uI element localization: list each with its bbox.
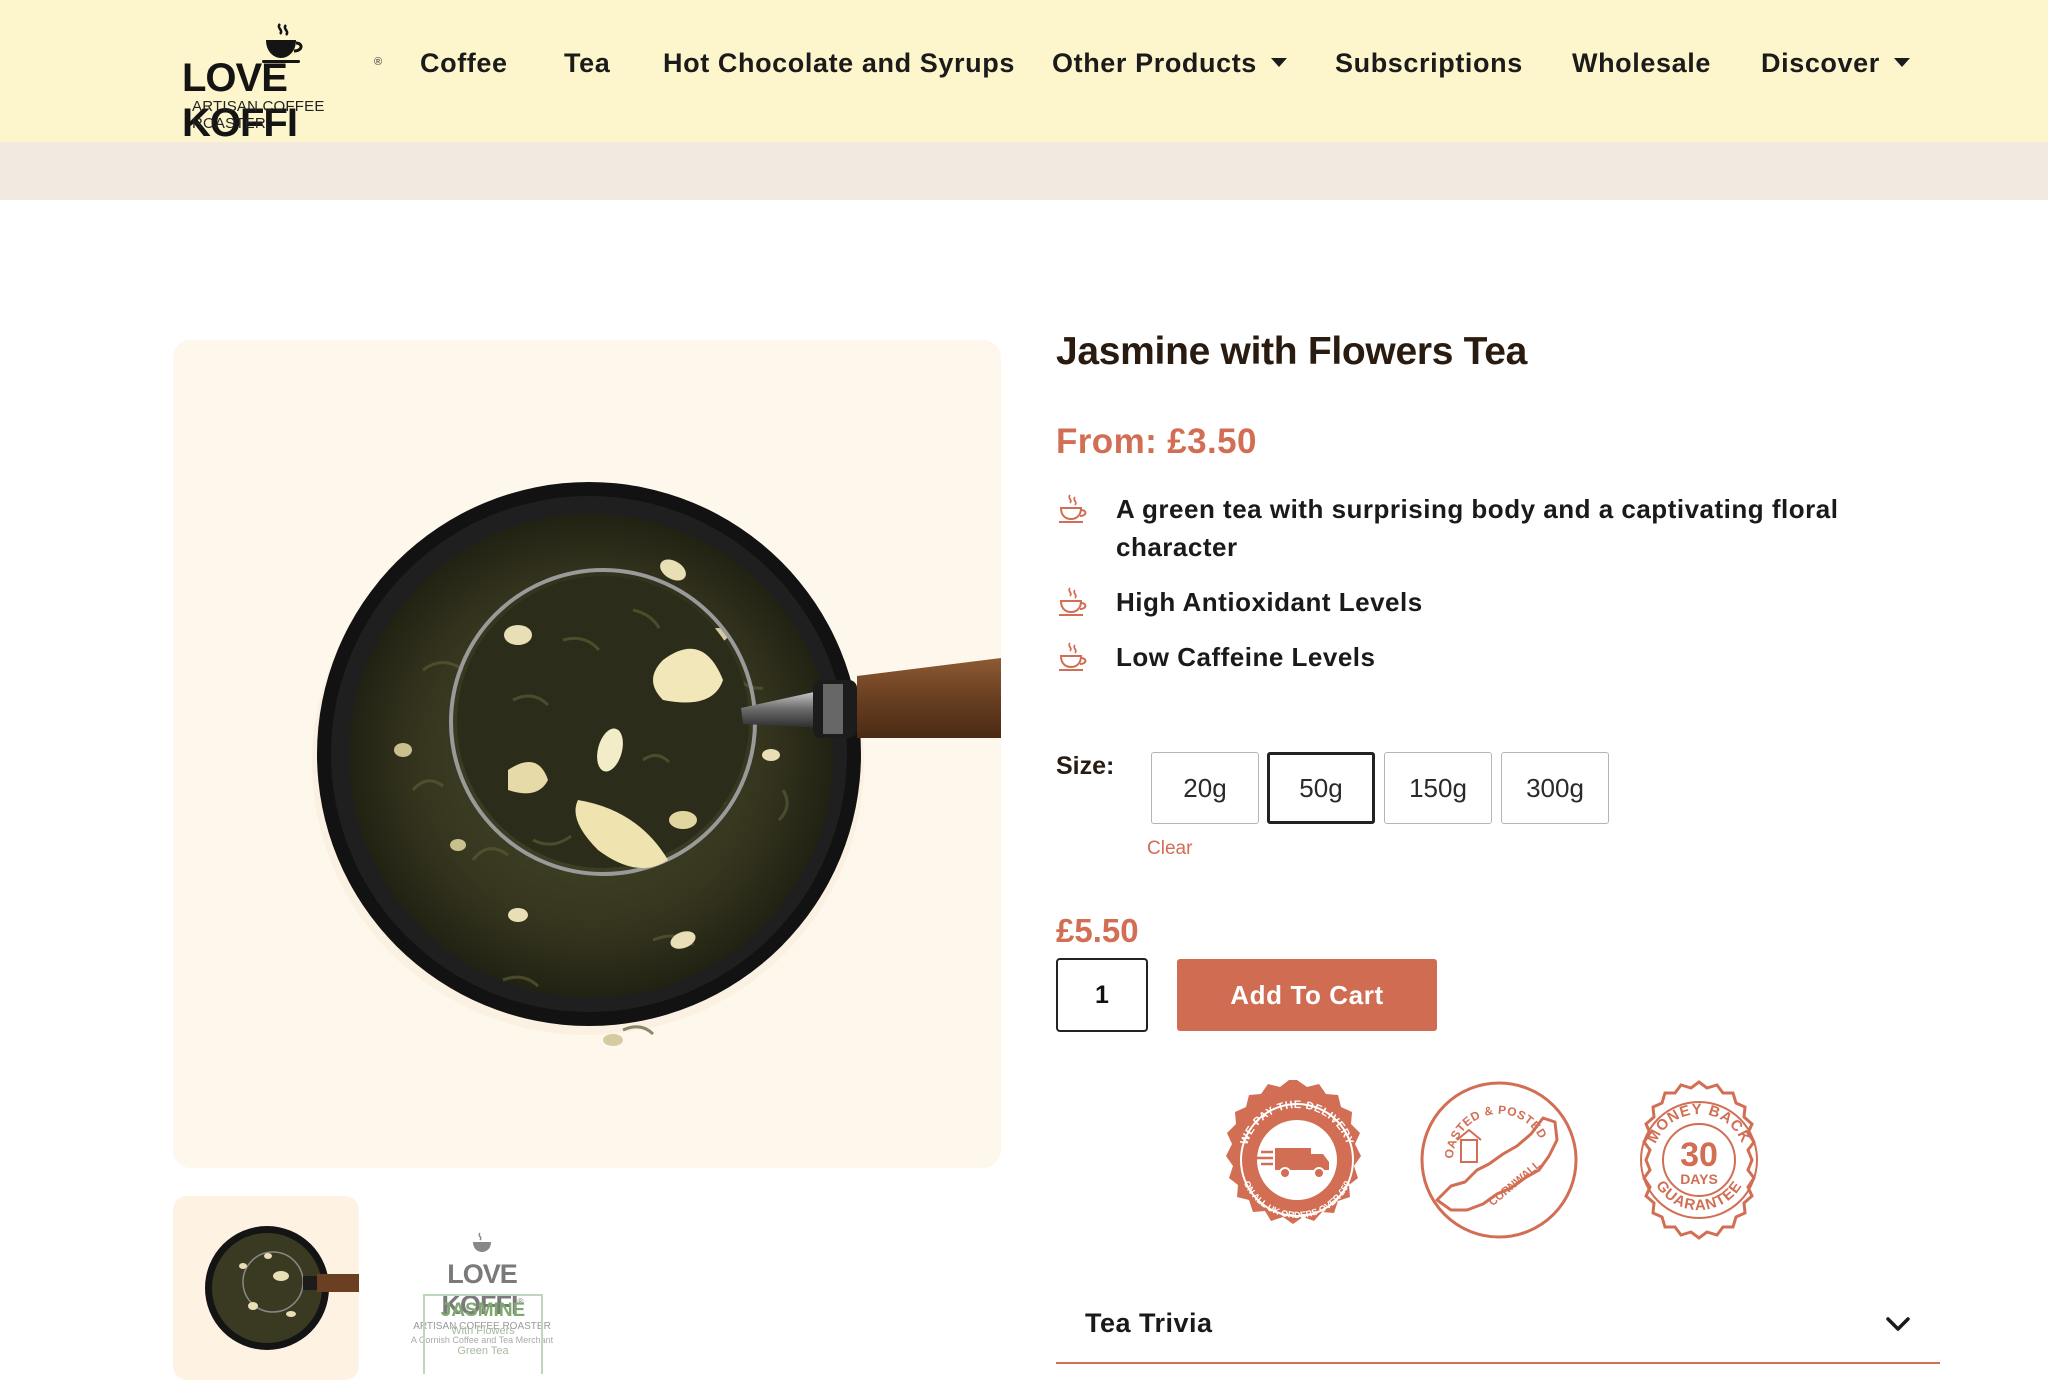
size-option-20g[interactable]: 20g (1151, 752, 1259, 824)
nav-item-subscriptions[interactable]: Subscriptions (1335, 48, 1523, 79)
money-back-days-unit: DAYS (1680, 1171, 1718, 1187)
accordion-label: Tea Trivia (1085, 1308, 1213, 1338)
money-back-badge: MONEY BACK GUARANTEE 30 DAYS (1640, 1080, 1758, 1240)
nav-item-wholesale[interactable]: Wholesale (1572, 48, 1711, 79)
thumbnail-tea-package[interactable]: LOVE KOFFI® ARTISAN COFFEE ROASTER A Cor… (385, 1196, 571, 1380)
nav-item-hot-chocolate-and-syrups[interactable]: Hot Chocolate and Syrups (663, 48, 1015, 79)
teacup-icon (1059, 587, 1087, 616)
nav-item-label: Subscriptions (1335, 48, 1523, 78)
tea-trivia-accordion[interactable]: Tea Trivia (1056, 1300, 1940, 1364)
nav-item-label: Tea (564, 48, 611, 78)
nav-item-other-products[interactable]: Other Products (1052, 48, 1287, 79)
size-label: Size: (1056, 752, 1115, 780)
logo-registered-mark: ® (374, 56, 383, 68)
product-main-image[interactable] (173, 340, 1001, 1168)
cornwall-badge: ROASTED & POSTED CORNWALL (1417, 1078, 1578, 1239)
size-option-50g[interactable]: 50g (1267, 752, 1375, 824)
breadcrumb-bar (0, 142, 2048, 200)
size-option-150g[interactable]: 150g (1384, 752, 1492, 824)
feature-text: A green tea with surprising body and a c… (1116, 494, 1839, 562)
site-logo[interactable]: LOVE KOFFI ® ARTISAN COFFEE ROASTER (180, 22, 390, 145)
coffee-cup-logo-icon (473, 1232, 491, 1252)
money-back-days-number: 30 (1680, 1136, 1718, 1174)
tea-bowl-image (312, 482, 1001, 1046)
nav-item-discover[interactable]: Discover (1761, 48, 1910, 79)
package-name: JASMINE (440, 1300, 526, 1321)
nav-item-label: Coffee (420, 48, 508, 78)
nav-item-label: Wholesale (1572, 48, 1711, 78)
teacup-icon (1059, 642, 1087, 671)
chevron-down-icon (1886, 1317, 1910, 1331)
from-price: From: £3.50 (1056, 422, 1257, 461)
feature-list: A green tea with surprising body and a c… (1056, 490, 1856, 693)
product-title: Jasmine with Flowers Tea (1056, 330, 1528, 373)
nav-item-tea[interactable]: Tea (564, 48, 610, 79)
nav-item-label: Discover (1761, 48, 1880, 78)
tea-bowl-thumbnail-image (205, 1226, 359, 1350)
size-option-300g[interactable]: 300g (1501, 752, 1609, 824)
package-variant: With Flowers (451, 1325, 515, 1337)
nav-item-label: Hot Chocolate and Syrups (663, 48, 1015, 78)
logo-tagline: ARTISAN COFFEE ROASTER (192, 98, 325, 132)
package-label: JASMINE With Flowers Green Tea (423, 1294, 543, 1374)
site-header: LOVE KOFFI ® ARTISAN COFFEE ROASTER Coff… (0, 0, 2048, 145)
free-delivery-badge: WE PAY THE DELIVERY ON ALL UK ORDERS OVE… (1226, 1080, 1361, 1224)
add-to-cart-button[interactable]: Add To Cart (1177, 959, 1437, 1031)
nav-item-label: Other Products (1052, 48, 1257, 78)
feature-item: High Antioxidant Levels (1056, 583, 1856, 621)
package-type: Green Tea (457, 1345, 509, 1357)
feature-item: Low Caffeine Levels (1056, 638, 1856, 676)
feature-text: Low Caffeine Levels (1116, 642, 1376, 672)
feature-item: A green tea with surprising body and a c… (1056, 490, 1856, 566)
thumbnail-tea-bowl[interactable] (173, 1196, 359, 1380)
variant-price: £5.50 (1056, 912, 1139, 949)
quantity-input[interactable] (1056, 958, 1148, 1032)
caret-down-icon (1893, 58, 1910, 68)
teacup-icon (1059, 494, 1087, 523)
feature-text: High Antioxidant Levels (1116, 587, 1423, 617)
nav-item-coffee[interactable]: Coffee (420, 48, 508, 79)
clear-selection-link[interactable]: Clear (1147, 838, 1192, 860)
caret-down-icon (1270, 58, 1287, 68)
